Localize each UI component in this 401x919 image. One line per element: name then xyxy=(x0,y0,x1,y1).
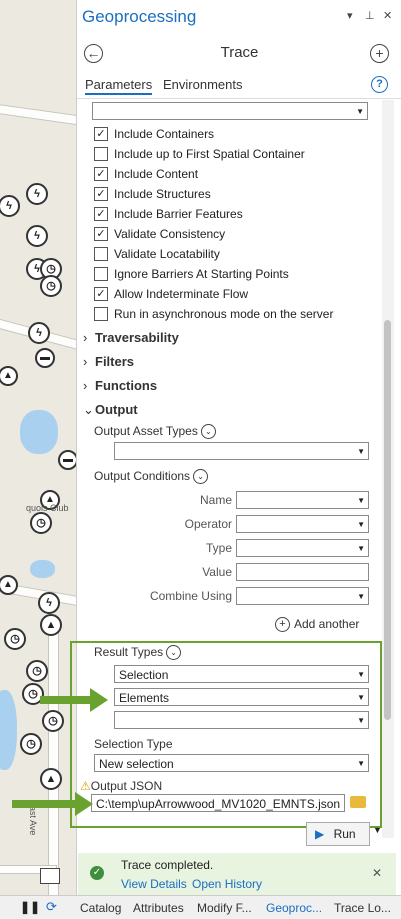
status-message-panel: ✓ Trace completed. View Details Open His… xyxy=(78,853,396,895)
tab-catalog[interactable]: Catalog xyxy=(80,901,121,915)
status-text: Trace completed. xyxy=(121,858,214,872)
tab-modify-features[interactable]: Modify F... xyxy=(197,901,252,915)
bottom-tab-bar: ❚❚ ⟳ Catalog Attributes Modify F... Geop… xyxy=(0,895,401,919)
pause-icon[interactable]: ❚❚ xyxy=(20,900,40,914)
play-icon: ▶ xyxy=(315,827,325,841)
success-icon: ✓ xyxy=(90,866,104,880)
tab-attributes[interactable]: Attributes xyxy=(133,901,184,915)
close-status-icon[interactable]: ✕ xyxy=(372,866,382,880)
open-history-link[interactable]: Open History xyxy=(192,877,262,891)
run-bar: ▶ Run ▼ xyxy=(76,820,401,850)
run-button[interactable]: ▶ Run xyxy=(306,822,370,846)
arrow-json-icon xyxy=(12,792,93,816)
arrow-elements-icon xyxy=(40,688,108,712)
view-details-link[interactable]: View Details xyxy=(121,877,187,891)
annotation-arrows xyxy=(12,688,108,816)
tab-trace-locations[interactable]: Trace Lo... xyxy=(334,901,391,915)
run-options-chevron-icon[interactable]: ▼ xyxy=(373,825,382,835)
refresh-icon[interactable]: ⟳ xyxy=(46,899,57,915)
tab-geoprocessing[interactable]: Geoproc... xyxy=(266,901,322,915)
